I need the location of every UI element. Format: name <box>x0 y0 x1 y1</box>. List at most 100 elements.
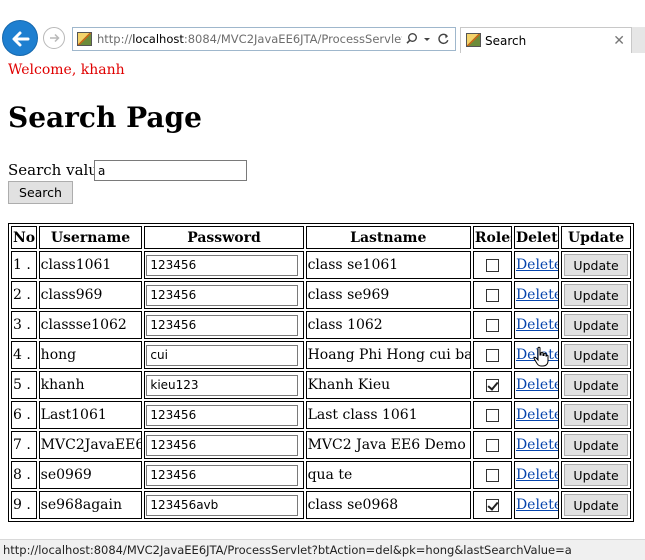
table-row: 7 .MVC2JavaEE6 MVC2 Java EE6 Demo Delete Up… <box>11 431 631 459</box>
cell-update: Update <box>561 311 631 339</box>
update-button[interactable]: Update <box>564 434 629 456</box>
search-input[interactable] <box>94 160 247 181</box>
search-icon[interactable] <box>406 28 418 50</box>
cell-roles <box>472 461 512 489</box>
cell-username: se0969 <box>38 461 143 489</box>
roles-checkbox[interactable] <box>485 498 499 512</box>
new-tab-button[interactable] <box>632 27 645 53</box>
header-password: Password <box>144 226 304 249</box>
cell-update: Update <box>561 251 631 279</box>
delete-link[interactable]: Delete <box>516 437 558 453</box>
cell-delete: Delete <box>513 401 560 429</box>
password-input[interactable] <box>146 254 299 276</box>
cell-lastname: qua te <box>305 461 471 489</box>
cell-password <box>144 311 304 339</box>
cell-no: 3 . <box>11 311 37 339</box>
cell-no: 1 . <box>11 251 37 279</box>
back-button[interactable] <box>2 20 38 56</box>
password-input[interactable] <box>146 374 299 396</box>
roles-checkbox[interactable] <box>485 438 499 452</box>
table-row: 5 .khanh Khanh Kieu Delete Update <box>11 371 631 399</box>
roles-checkbox[interactable] <box>485 348 499 362</box>
update-button[interactable]: Update <box>564 284 629 306</box>
lastname-text[interactable]: Hoang Phi Hong cui bap <box>308 347 470 363</box>
cell-roles <box>472 281 512 309</box>
search-button[interactable]: Search <box>8 181 73 204</box>
lastname-text[interactable]: MVC2 Java EE6 Demo <box>308 437 466 453</box>
forward-button[interactable] <box>43 27 65 49</box>
tab-title: Search <box>485 34 527 48</box>
cell-roles <box>472 431 512 459</box>
site-favicon-icon <box>77 32 92 46</box>
cell-roles <box>472 341 512 369</box>
welcome-message: Welcome, khanh <box>8 62 125 78</box>
update-button[interactable]: Update <box>564 494 629 516</box>
cell-lastname: class se969 <box>305 281 471 309</box>
update-button[interactable]: Update <box>564 344 629 366</box>
header-roles: Roles <box>472 226 512 249</box>
cell-lastname: class se1061 <box>305 251 471 279</box>
lastname-text[interactable]: class se969 <box>308 287 390 303</box>
lastname-text[interactable]: class se1061 <box>308 257 399 273</box>
search-label: Search value <box>8 161 107 179</box>
address-bar[interactable]: http://localhost:8084/MVC2JavaEE6JTA/Pro… <box>72 27 456 51</box>
lastname-text[interactable]: class se0968 <box>308 497 399 513</box>
roles-checkbox[interactable] <box>485 468 499 482</box>
delete-link[interactable]: Delete <box>516 467 558 483</box>
delete-link[interactable]: Delete <box>516 407 558 423</box>
table-row: 6 .Last1061 Last class 1061 Delete Update <box>11 401 631 429</box>
cell-lastname: Khanh Kieu <box>305 371 471 399</box>
header-username: Username <box>38 226 143 249</box>
lastname-text[interactable]: Khanh Kieu <box>308 377 391 393</box>
cell-update: Update <box>561 401 631 429</box>
delete-link[interactable]: Delete <box>516 287 558 303</box>
tab-search[interactable]: Search ✕ <box>460 27 632 53</box>
chevron-down-icon[interactable] <box>423 28 431 50</box>
update-button[interactable]: Update <box>564 374 629 396</box>
cell-update: Update <box>561 431 631 459</box>
cell-password <box>144 251 304 279</box>
browser-chrome: http://localhost:8084/MVC2JavaEE6JTA/Pro… <box>0 0 645 58</box>
roles-checkbox[interactable] <box>485 258 499 272</box>
cell-password <box>144 341 304 369</box>
lastname-text[interactable]: Last class 1061 <box>308 407 418 423</box>
password-input[interactable] <box>146 284 299 306</box>
delete-link[interactable]: Delete <box>516 257 558 273</box>
header-delete: Delete <box>513 226 560 249</box>
header-lastname: Lastname <box>305 226 471 249</box>
cell-username: se968again <box>38 491 143 519</box>
cell-password <box>144 431 304 459</box>
cell-no: 8 . <box>11 461 37 489</box>
update-button[interactable]: Update <box>564 314 629 336</box>
table-row: 9 .se968again class se0968 Delete Update <box>11 491 631 519</box>
password-input[interactable] <box>146 494 299 516</box>
update-button[interactable]: Update <box>564 404 629 426</box>
update-button[interactable]: Update <box>564 464 629 486</box>
roles-checkbox[interactable] <box>485 288 499 302</box>
lastname-text[interactable]: qua te <box>308 467 353 483</box>
back-arrow-icon <box>12 31 30 47</box>
delete-link[interactable]: Delete <box>516 317 558 333</box>
password-input[interactable] <box>146 314 299 336</box>
cell-delete: Delete <box>513 491 560 519</box>
table-header-row: No. Username Password Lastname Roles Del… <box>11 226 631 249</box>
password-input[interactable] <box>146 344 299 366</box>
cell-no: 5 . <box>11 371 37 399</box>
cell-password <box>144 371 304 399</box>
roles-checkbox[interactable] <box>485 378 499 392</box>
delete-link[interactable]: Delete <box>516 497 558 513</box>
header-update: Update <box>561 226 631 249</box>
roles-checkbox[interactable] <box>485 408 499 422</box>
close-icon[interactable]: ✕ <box>613 29 625 53</box>
lastname-text[interactable]: class 1062 <box>308 317 383 333</box>
refresh-icon[interactable] <box>437 28 450 50</box>
update-button[interactable]: Update <box>564 254 629 276</box>
cell-update: Update <box>561 371 631 399</box>
delete-link[interactable]: Delete <box>516 377 558 393</box>
password-input[interactable] <box>146 434 299 456</box>
roles-checkbox[interactable] <box>485 318 499 332</box>
cell-username: khanh <box>38 371 143 399</box>
password-input[interactable] <box>146 404 299 426</box>
password-input[interactable] <box>146 464 299 486</box>
cell-no: 6 . <box>11 401 37 429</box>
